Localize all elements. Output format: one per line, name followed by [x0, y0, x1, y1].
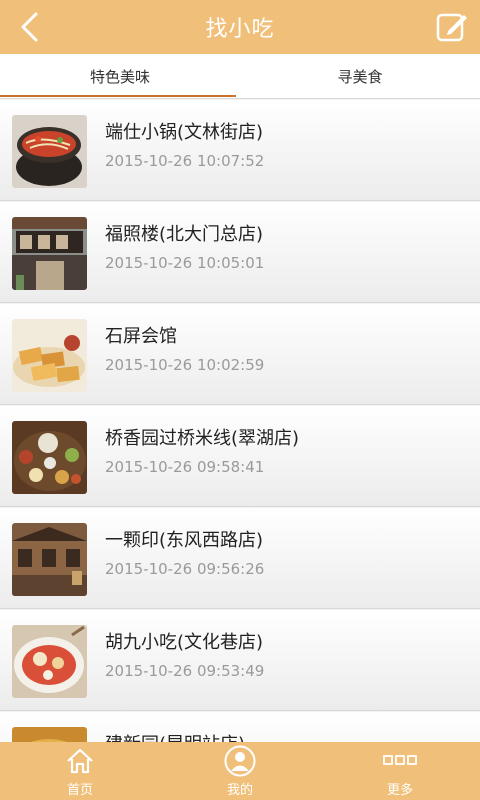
- list-item[interactable]: 福照楼(北大门总店) 2015-10-26 10:05:01: [0, 202, 480, 303]
- tab-find-food[interactable]: 寻美食: [240, 54, 480, 98]
- restaurant-list: 端仕小锅(文林街店) 2015-10-26 10:07:52 福照楼(北大门总店…: [0, 100, 480, 742]
- dessert-bowl-photo: [12, 625, 87, 698]
- tab-featured[interactable]: 特色美味: [0, 54, 240, 98]
- nav-more[interactable]: 更多: [320, 742, 480, 800]
- edit-icon: [436, 13, 467, 42]
- timestamp: 2015-10-26 09:58:41: [105, 458, 265, 476]
- nav-home[interactable]: 首页: [0, 742, 160, 800]
- timestamp: 2015-10-26 10:07:52: [105, 152, 265, 170]
- list-item[interactable]: 胡九小吃(文化巷店) 2015-10-26 09:53:49: [0, 610, 480, 711]
- timestamp: 2015-10-26 09:53:49: [105, 662, 265, 680]
- storefront-photo: [12, 217, 87, 290]
- edit-button[interactable]: [434, 9, 470, 45]
- timestamp: 2015-10-26 09:56:26: [105, 560, 265, 578]
- restaurant-name: 桥香园过桥米线(翠湖店): [105, 428, 300, 449]
- timestamp: 2015-10-26 10:02:59: [105, 356, 265, 374]
- home-icon: [67, 748, 93, 774]
- restaurant-name: 福照楼(北大门总店): [105, 224, 264, 245]
- list-item[interactable]: 桥香园过桥米线(翠湖店) 2015-10-26 09:58:41: [0, 406, 480, 507]
- nav-home-label: 首页: [66, 783, 93, 798]
- restaurant-name: 一颗印(东风西路店): [105, 530, 264, 551]
- list-item[interactable]: 建新园(昆明站店): [0, 712, 480, 742]
- user-icon: [224, 745, 256, 777]
- tab-bar: 特色美味 寻美食: [0, 54, 480, 99]
- restaurant-name: 端仕小锅(文林街店): [105, 122, 264, 143]
- top-app-bar: 找小吃: [0, 0, 480, 54]
- courtyard-photo: [12, 523, 87, 596]
- list-item[interactable]: 端仕小锅(文林街店) 2015-10-26 10:07:52: [0, 100, 480, 201]
- noodle-pot-photo: [12, 115, 87, 188]
- list-item[interactable]: 石屏会馆 2015-10-26 10:02:59: [0, 304, 480, 405]
- restaurant-name: 石屏会馆: [105, 326, 177, 347]
- restaurant-name: 建新园(昆明站店): [105, 730, 245, 742]
- rice-noodle-set-photo: [12, 421, 87, 494]
- page-title: 找小吃: [205, 17, 275, 42]
- bottom-nav-bar: 首页 我的 更多: [0, 742, 480, 800]
- list-item[interactable]: 一颗印(东风西路店) 2015-10-26 09:56:26: [0, 508, 480, 609]
- timestamp: 2015-10-26 10:05:01: [105, 254, 265, 272]
- active-tab-indicator: [0, 95, 236, 97]
- back-button[interactable]: [14, 10, 44, 44]
- nav-mine[interactable]: 我的: [160, 742, 320, 800]
- more-icon: [383, 755, 417, 765]
- noodle-photo: [12, 727, 87, 742]
- tofu-photo: [12, 319, 87, 392]
- chevron-left-icon: [21, 12, 38, 42]
- nav-mine-label: 我的: [226, 783, 253, 798]
- nav-more-label: 更多: [386, 783, 413, 798]
- restaurant-name: 胡九小吃(文化巷店): [105, 632, 264, 653]
